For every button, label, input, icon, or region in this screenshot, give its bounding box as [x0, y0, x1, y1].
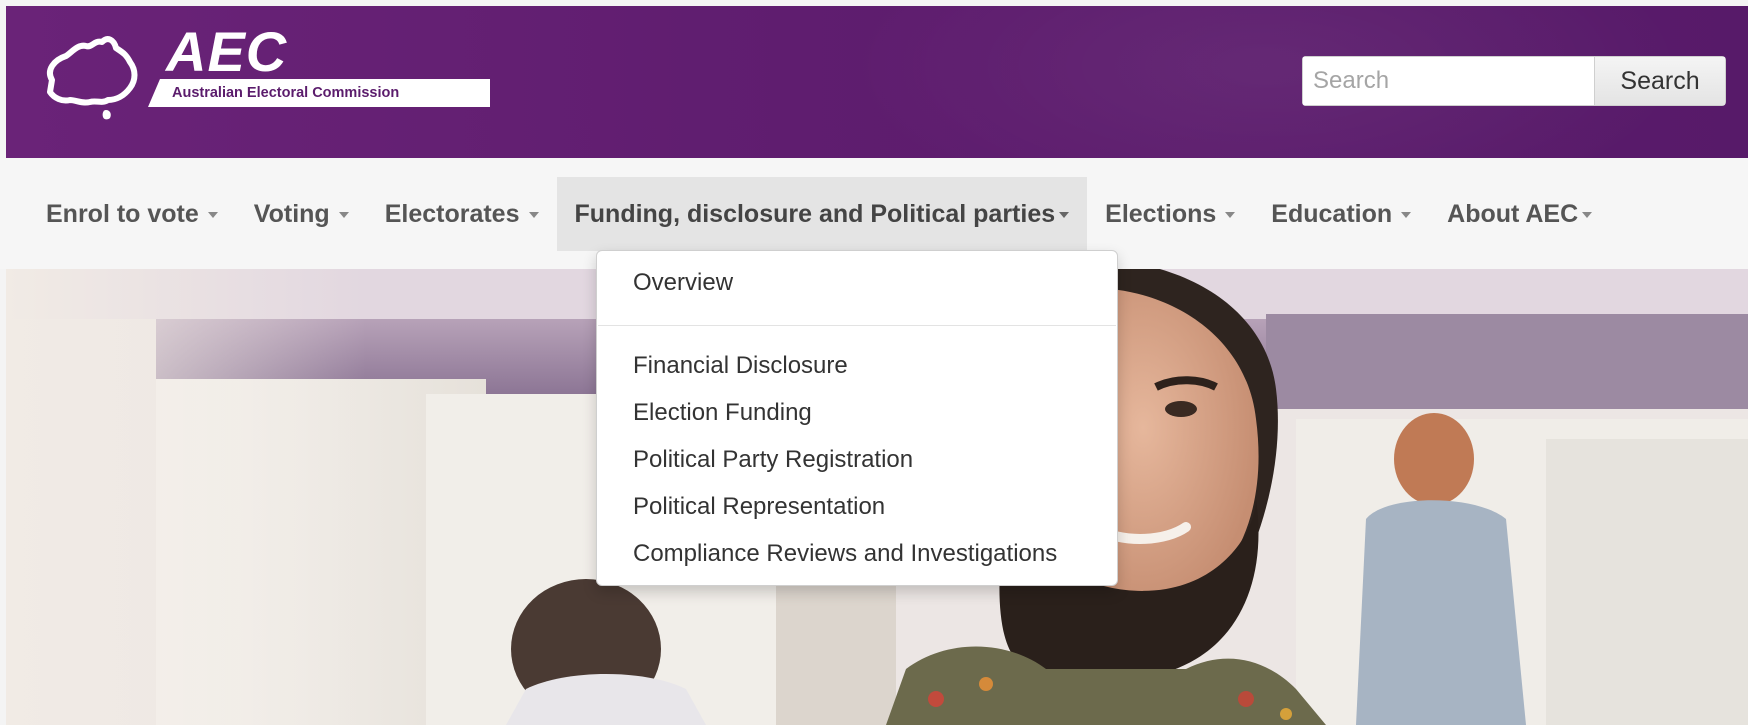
nav-item-elections[interactable]: Elections [1087, 177, 1253, 251]
dropdown-item-political-party-registration[interactable]: Political Party Registration [633, 446, 913, 474]
nav-item-label: Voting [253, 199, 330, 228]
australia-map-icon [46, 36, 138, 120]
nav-item-voting[interactable]: Voting [236, 177, 367, 251]
dropdown-divider [598, 325, 1116, 326]
logo-acronym: AEC [166, 20, 288, 83]
caret-down-icon [1582, 212, 1593, 218]
caret-down-icon [1401, 212, 1412, 218]
nav-item-label: Education [1271, 199, 1393, 228]
dropdown-item-compliance-reviews[interactable]: Compliance Reviews and Investigations [633, 540, 1057, 568]
nav-item-label: Enrol to vote [46, 199, 199, 228]
dropdown-item-financial-disclosure[interactable]: Financial Disclosure [633, 352, 848, 380]
caret-down-icon [1059, 212, 1070, 218]
nav-item-label: Elections [1105, 199, 1217, 228]
nav-item-electorates[interactable]: Electorates [367, 177, 557, 251]
dropdown-item-election-funding[interactable]: Election Funding [633, 399, 812, 427]
nav-item-enrol-to-vote[interactable]: Enrol to vote [28, 177, 236, 251]
page: AEC Australian Electoral Commission Sear… [0, 0, 1748, 725]
caret-down-icon [338, 212, 349, 218]
dropdown-item-overview[interactable]: Overview [633, 269, 733, 297]
logo-name: Australian Electoral Commission [172, 85, 400, 101]
nav-item-about-aec[interactable]: About AEC [1429, 177, 1610, 251]
nav-item-education[interactable]: Education [1253, 177, 1429, 251]
nav-item-label: About AEC [1447, 199, 1579, 228]
nav-item-label: Funding, disclosure and Political partie… [574, 199, 1056, 228]
caret-down-icon [207, 212, 218, 218]
nav-item-label: Electorates [384, 199, 520, 228]
funding-dropdown-menu: Overview Financial Disclosure Election F… [596, 250, 1118, 586]
caret-down-icon [1225, 212, 1236, 218]
search-button[interactable]: Search [1594, 56, 1726, 106]
site-header: AEC Australian Electoral Commission Sear… [6, 6, 1748, 158]
aec-logo[interactable]: AEC Australian Electoral Commission [32, 24, 492, 124]
nav-list: Enrol to vote Voting Electorates Funding… [28, 177, 1610, 251]
nav-item-funding-disclosure[interactable]: Funding, disclosure and Political partie… [556, 177, 1088, 251]
search-input[interactable] [1302, 56, 1594, 106]
caret-down-icon [528, 212, 539, 218]
dropdown-item-political-representation[interactable]: Political Representation [633, 493, 885, 521]
search-form: Search [1302, 56, 1726, 106]
